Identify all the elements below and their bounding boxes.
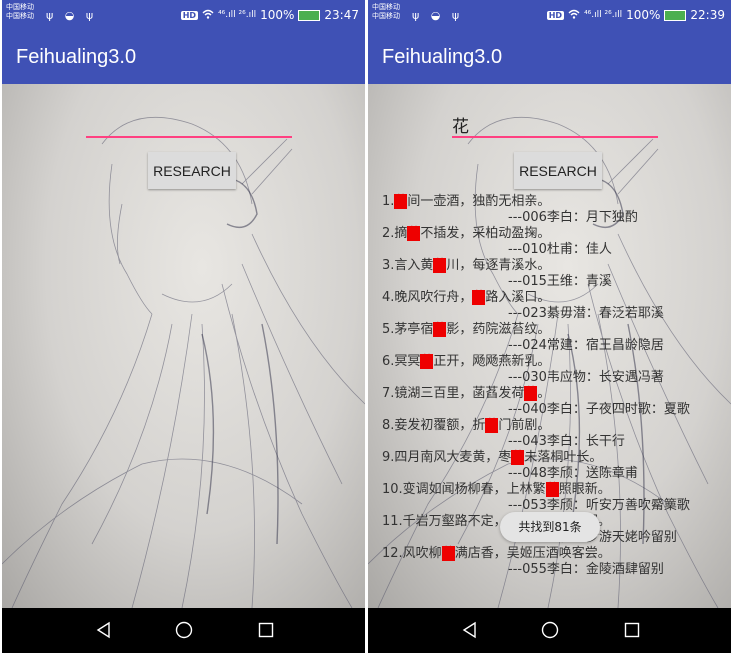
keyword-highlight: 花 [545,482,559,497]
recent-apps-icon[interactable] [622,620,642,640]
poem-text-before: 12.风吹柳 [382,546,442,561]
poem-text-before: 1. [382,194,395,209]
result-poem-line: 2.摘花不插发，采柏动盈掬。 [382,226,722,242]
battery-icon [298,9,321,21]
keyword-highlight: 花 [524,386,538,401]
poem-text-after: 川，每逐青溪水。 [446,258,551,273]
poem-text-after: 间一壶酒，独酌无相亲。 [407,194,551,209]
notification-icons: ψ ◒ ψ [412,9,464,22]
poem-text-before: 6.冥冥 [382,354,421,369]
wifi-icon [568,8,580,22]
app-title: Feihualing3.0 [382,46,503,68]
keyword-highlight: 花 [433,258,447,273]
result-source-line: ---010杜甫：佳人 [508,242,612,257]
carrier-label: 中国移动 中国移动 [372,3,400,20]
navigation-bar [368,608,731,653]
carrier-label: 中国移动 中国移动 [6,3,34,20]
system-status: HD ⁴⁶.ıll ²⁶.ıll 100% 22:39 [546,8,725,22]
research-button[interactable]: RESEARCH [514,152,602,189]
result-poem-line: 9.四月南风大麦黄，枣花未落桐叶长。 [382,450,722,466]
poem-text-after: 照眼新。 [558,482,611,497]
keyword-highlight: 花 [472,290,486,305]
poem-text-after: 。 [537,386,551,401]
back-icon[interactable] [94,620,114,640]
result-poem-line: 1.花间一壶酒，独酌无相亲。 [382,194,722,210]
keyword-highlight: 花 [511,450,525,465]
home-icon[interactable] [540,620,560,640]
status-bar: 中国移动 中国移动 ψ ◒ ψ HD ⁴⁶.ıll ²⁶.ıll 100% 22… [368,0,731,32]
poem-text-after: 正开，飏飏燕新乳。 [433,354,551,369]
clock: 23:47 [324,8,359,22]
result-source-line: ---043李白：长干行 [508,434,625,449]
recent-apps-icon[interactable] [256,620,276,640]
system-status: HD ⁴⁶.ıll ²⁶.ıll 100% 23:47 [180,8,359,22]
poem-text-before: 10.变调如闻杨柳春，上林繁 [382,482,546,497]
keyword-highlight: 花 [407,226,421,241]
result-poem-line: 12.风吹柳花满店香，吴姬压酒唤客尝。 [382,546,722,562]
result-source-line: ---015王维：青溪 [508,274,612,289]
poem-text-after: 未落桐叶长。 [524,450,603,465]
poem-text-after: 路入溪口。 [485,290,551,305]
poem-text-before: 8.妾发初覆额，折 [382,418,486,433]
content-area: RESEARCH [2,84,365,608]
result-poem-line: 10.变调如闻杨柳春，上林繁花照眼新。 [382,482,722,498]
poem-text-after: 影，药院滋苔纹。 [446,322,551,337]
research-button[interactable]: RESEARCH [148,152,236,189]
search-input[interactable]: 花 [452,112,469,137]
poem-text-before: 3.言入黄 [382,258,434,273]
battery-percent: 100% [626,8,661,22]
poem-text-after: 满店香，吴姬压酒唤客尝。 [454,546,611,561]
search-input-underline [86,136,292,138]
phone-screen-before-search: 中国移动 中国移动 ψ ◒ ψ HD ⁴⁶.ıll ²⁶.ıll 100% 23… [2,0,365,653]
content-area: 花 RESEARCH 1.花间一壶酒，独酌无相亲。 ---006李白：月下独酌 2.… [368,84,731,608]
result-poem-line: 3.言入黄花川，每逐青溪水。 [382,258,722,274]
keyword-highlight: 花 [394,194,408,209]
result-source-line: ---048李颀：送陈章甫 [508,466,638,481]
status-bar: 中国移动 中国移动 ψ ◒ ψ HD ⁴⁶.ıll ²⁶.ıll 100% 23… [2,0,365,32]
search-input-underline [452,136,658,138]
poem-text-before: 4.晚风吹行舟， [382,290,473,305]
battery-percent: 100% [260,8,295,22]
result-source-line: ---040李白：子夜四时歌：夏歌 [508,402,690,417]
wifi-icon [202,8,214,22]
battery-icon [664,9,687,21]
result-source-line: ---055李白：金陵酒肆留别 [508,562,664,577]
signal-icon: ⁴⁶.ıll ²⁶.ıll [218,10,257,20]
app-bar: Feihualing3.0 [368,32,731,84]
result-poem-line: 5.茅亭宿花影，药院滋苔纹。 [382,322,722,338]
keyword-highlight: 花 [485,418,499,433]
result-poem-line: 7.镜湖三百里，菡萏发荷花。 [382,386,722,402]
poem-text-before: 5.茅亭宿 [382,322,434,337]
home-icon[interactable] [174,620,194,640]
result-source-line: ---024常建：宿王昌龄隐居 [508,338,664,353]
hd-icon: HD [546,10,565,20]
notification-icons: ψ ◒ ψ [46,9,98,22]
app-bar: Feihualing3.0 [2,32,365,84]
app-title: Feihualing3.0 [16,46,137,68]
poem-text-before: 2.摘 [382,226,408,241]
result-count-toast: 共找到81条 [500,512,600,542]
poem-text-after: 门前剧。 [498,418,551,433]
result-poem-line: 6.冥冥花正开，飏飏燕新乳。 [382,354,722,370]
hd-icon: HD [180,10,199,20]
keyword-highlight: 花 [441,546,455,561]
result-poem-line: 4.晚风吹行舟，花路入溪口。 [382,290,722,306]
signal-icon: ⁴⁶.ıll ²⁶.ıll [584,10,623,20]
poem-text-before: 9.四月南风大麦黄，枣 [382,450,512,465]
keyword-highlight: 花 [420,354,434,369]
result-source-line: ---023綦毋潜：春泛若耶溪 [508,306,664,321]
result-source-line: ---030韦应物：长安遇冯著 [508,370,664,385]
result-source-line: ---006李白：月下独酌 [508,210,638,225]
clock: 22:39 [690,8,725,22]
poem-text-after: 不插发，采柏动盈掬。 [420,226,551,241]
phone-screen-search-results: 中国移动 中国移动 ψ ◒ ψ HD ⁴⁶.ıll ²⁶.ıll 100% 22… [368,0,731,653]
navigation-bar [2,608,365,653]
result-poem-line: 8.妾发初覆额，折花门前剧。 [382,418,722,434]
back-icon[interactable] [460,620,480,640]
keyword-highlight: 花 [433,322,447,337]
poem-text-before: 7.镜湖三百里，菡萏发荷 [382,386,525,401]
